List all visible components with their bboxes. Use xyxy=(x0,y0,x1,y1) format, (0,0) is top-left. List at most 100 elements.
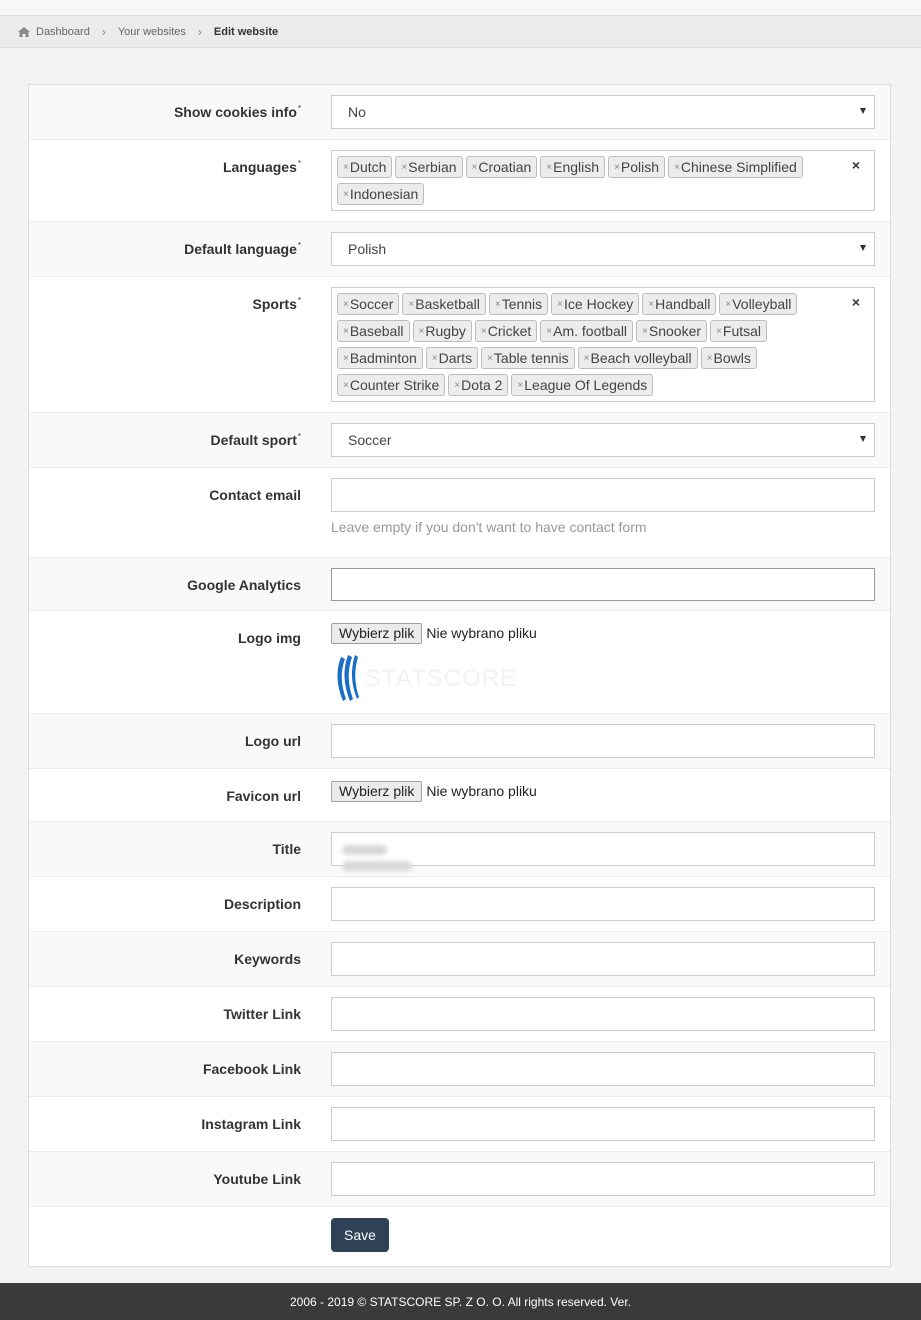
sport-tag[interactable]: × Am. football xyxy=(540,320,634,342)
sport-tag[interactable]: × Ice Hockey xyxy=(551,293,640,315)
instagram-input[interactable] xyxy=(331,1107,875,1141)
remove-tag-icon[interactable]: × xyxy=(343,326,349,337)
sport-tag[interactable]: × League Of Legends xyxy=(511,374,654,396)
row-title: Title xyxy=(29,822,890,877)
languages-label: Languages* xyxy=(222,159,301,175)
remove-tag-icon[interactable]: × xyxy=(481,326,487,337)
remove-tag-icon[interactable]: × xyxy=(517,380,523,391)
remove-tag-icon[interactable]: × xyxy=(642,326,648,337)
twitter-input[interactable] xyxy=(331,997,875,1031)
facebook-input[interactable] xyxy=(331,1052,875,1086)
youtube-label: Youtube Link xyxy=(213,1171,301,1187)
youtube-input[interactable] xyxy=(331,1162,875,1196)
language-tag[interactable]: × Dutch xyxy=(337,156,393,178)
sport-tag[interactable]: × Handball xyxy=(642,293,717,315)
sport-tag[interactable]: × Bowls xyxy=(700,347,757,369)
sport-tag[interactable]: × Darts xyxy=(425,347,479,369)
description-input[interactable] xyxy=(331,887,875,921)
show-cookies-select[interactable]: No xyxy=(331,95,875,129)
sports-label: Sports* xyxy=(252,296,301,312)
contact-email-help: Leave empty if you don't want to have co… xyxy=(331,519,647,535)
remove-tag-icon[interactable]: × xyxy=(495,299,501,310)
show-cookies-value: No xyxy=(348,104,366,120)
home-icon[interactable] xyxy=(18,26,30,37)
breadcrumb-your-websites[interactable]: Your websites xyxy=(118,26,186,38)
default-language-value: Polish xyxy=(348,241,387,257)
remove-tag-icon[interactable]: × xyxy=(343,299,349,310)
logo-img-label: Logo img xyxy=(238,630,301,646)
clear-icon[interactable]: × xyxy=(852,157,860,173)
remove-tag-icon[interactable]: × xyxy=(546,162,552,173)
sport-tag[interactable]: × Rugby xyxy=(412,320,472,342)
default-sport-select[interactable]: Soccer xyxy=(331,423,875,457)
row-logo-img: Logo img Wybierz plik Nie wybrano pliku … xyxy=(29,611,890,714)
remove-tag-icon[interactable]: × xyxy=(584,353,590,364)
sport-tag-label: Snooker xyxy=(648,323,702,339)
remove-tag-icon[interactable]: × xyxy=(343,162,349,173)
keywords-input[interactable] xyxy=(331,942,875,976)
sport-tag[interactable]: × Dota 2 xyxy=(448,374,509,396)
logo-url-input[interactable] xyxy=(331,724,875,758)
remove-tag-icon[interactable]: × xyxy=(674,162,680,173)
sport-tag[interactable]: × Cricket xyxy=(474,320,538,342)
default-language-select[interactable]: Polish xyxy=(331,232,875,266)
language-tag[interactable]: × Polish xyxy=(608,156,666,178)
remove-tag-icon[interactable]: × xyxy=(343,353,349,364)
sport-tag[interactable]: × Badminton xyxy=(337,347,423,369)
language-tag[interactable]: × English xyxy=(540,156,606,178)
remove-tag-icon[interactable]: × xyxy=(408,299,414,310)
caret-down-icon xyxy=(860,436,866,442)
remove-tag-icon[interactable]: × xyxy=(401,162,407,173)
sport-tag[interactable]: × Table tennis xyxy=(481,347,575,369)
breadcrumb: Dashboard › Your websites › Edit website xyxy=(0,15,921,48)
breadcrumb-dashboard[interactable]: Dashboard xyxy=(36,26,90,38)
remove-tag-icon[interactable]: × xyxy=(487,353,493,364)
language-tag-label: Chinese Simplified xyxy=(680,159,797,175)
remove-tag-icon[interactable]: × xyxy=(343,189,349,200)
remove-tag-icon[interactable]: × xyxy=(343,380,349,391)
language-tag[interactable]: × Indonesian xyxy=(337,183,425,205)
google-analytics-input[interactable] xyxy=(331,568,875,601)
language-tag-label: English xyxy=(553,159,600,175)
contact-email-input[interactable] xyxy=(331,478,875,512)
remove-tag-icon[interactable]: × xyxy=(419,326,425,337)
remove-tag-icon[interactable]: × xyxy=(432,353,438,364)
language-tag[interactable]: × Croatian xyxy=(465,156,538,178)
clear-icon[interactable]: × xyxy=(852,294,860,310)
sport-tag[interactable]: × Basketball xyxy=(402,293,486,315)
save-button[interactable]: Save xyxy=(331,1218,389,1252)
remove-tag-icon[interactable]: × xyxy=(454,380,460,391)
row-sports: Sports* × × Soccer × Basketball × Tennis × Ice … xyxy=(29,277,890,413)
languages-multiselect[interactable]: × × Dutch × Serbian × Croatian × English × Polish… xyxy=(331,150,875,211)
remove-tag-icon[interactable]: × xyxy=(614,162,620,173)
remove-tag-icon[interactable]: × xyxy=(472,162,478,173)
remove-tag-icon[interactable]: × xyxy=(648,299,654,310)
default-language-label: Default language* xyxy=(184,241,301,257)
sport-tag[interactable]: × Beach volleyball xyxy=(577,347,698,369)
title-input[interactable] xyxy=(331,832,875,871)
sport-tag[interactable]: × Counter Strike xyxy=(337,374,446,396)
remove-tag-icon[interactable]: × xyxy=(557,299,563,310)
language-tag[interactable]: × Chinese Simplified xyxy=(668,156,803,178)
remove-tag-icon[interactable]: × xyxy=(725,299,731,310)
remove-tag-icon[interactable]: × xyxy=(707,353,713,364)
language-tag[interactable]: × Serbian xyxy=(395,156,463,178)
logo-choose-file-button[interactable]: Wybierz plik xyxy=(331,622,423,644)
sport-tag[interactable]: × Futsal xyxy=(710,320,768,342)
sport-tag[interactable]: × Baseball xyxy=(337,320,410,342)
row-contact-email: Contact email Leave empty if you don't w… xyxy=(29,468,890,558)
sport-tag[interactable]: × Snooker xyxy=(636,320,708,342)
title-value-redacted xyxy=(342,842,467,871)
sport-tag[interactable]: × Soccer xyxy=(337,293,400,315)
sport-tag[interactable]: × Tennis xyxy=(488,293,549,315)
remove-tag-icon[interactable]: × xyxy=(546,326,552,337)
sports-multiselect[interactable]: × × Soccer × Basketball × Tennis × Ice Hockey × H… xyxy=(331,287,875,402)
favicon-choose-file-button[interactable]: Wybierz plik xyxy=(331,780,423,802)
row-default-sport: Default sport* Soccer xyxy=(29,413,890,468)
sport-tag-label: Basketball xyxy=(415,296,480,312)
logo-file-status: Nie wybrano pliku xyxy=(426,625,537,641)
row-instagram: Instagram Link xyxy=(29,1097,890,1152)
sport-tag[interactable]: × Volleyball xyxy=(719,293,798,315)
remove-tag-icon[interactable]: × xyxy=(716,326,722,337)
footer-copyright: 2006 - 2019 © STATSCORE SP. Z O. O. All … xyxy=(290,1294,631,1309)
